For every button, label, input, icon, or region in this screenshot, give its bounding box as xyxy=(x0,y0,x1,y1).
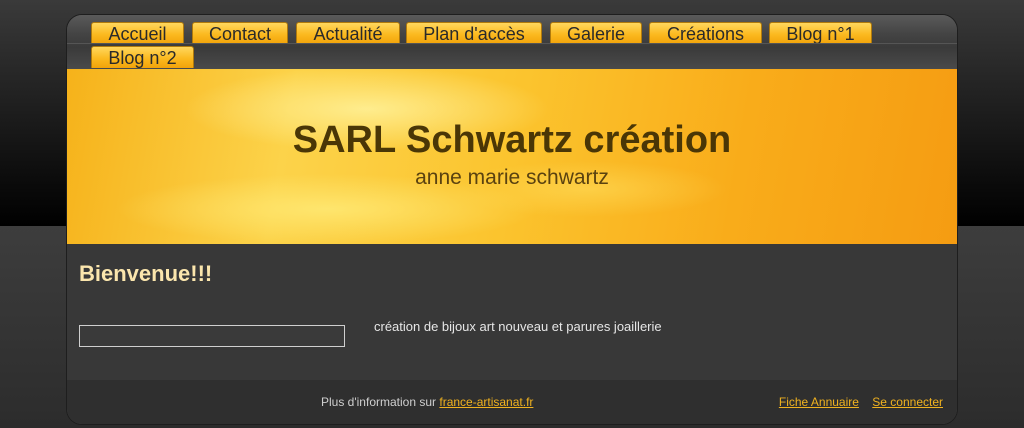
image-placeholder xyxy=(79,325,345,347)
nav-item-contact[interactable]: Contact xyxy=(192,22,288,44)
navigation-bar: Accueil Contact Actualité Plan d'accès G… xyxy=(67,15,957,69)
fiche-annuaire-link[interactable]: Fiche Annuaire xyxy=(779,395,859,409)
nav-item-blog-2[interactable]: Blog n°2 xyxy=(91,46,194,68)
nav-item-galerie[interactable]: Galerie xyxy=(550,22,642,44)
page-heading: Bienvenue!!! xyxy=(79,261,213,286)
footer: Plus d'information sur france-artisanat.… xyxy=(67,380,957,424)
nav-item-actualite[interactable]: Actualité xyxy=(296,22,400,44)
site-subtitle: anne marie schwartz xyxy=(415,166,609,189)
nav-item-plan-acces[interactable]: Plan d'accès xyxy=(406,22,542,44)
se-connecter-link[interactable]: Se connecter xyxy=(872,395,943,409)
header-banner: SARL Schwartz création anne marie schwar… xyxy=(67,69,957,244)
nav-item-accueil[interactable]: Accueil xyxy=(91,22,184,44)
france-artisanat-link[interactable]: france-artisanat.fr xyxy=(439,395,533,409)
site-title: SARL Schwartz création xyxy=(292,119,732,161)
footer-info: Plus d'information sur france-artisanat.… xyxy=(321,395,533,409)
footer-links: Fiche Annuaire Se connecter xyxy=(779,395,943,409)
nav-item-blog-1[interactable]: Blog n°1 xyxy=(769,22,872,44)
footer-info-text: Plus d'information sur xyxy=(321,395,437,409)
description-text: création de bijoux art nouveau et parure… xyxy=(374,319,662,334)
nav-item-creations[interactable]: Créations xyxy=(649,22,762,44)
site-container: Accueil Contact Actualité Plan d'accès G… xyxy=(66,14,958,425)
main-content: Bienvenue!!! création de bijoux art nouv… xyxy=(67,244,957,380)
